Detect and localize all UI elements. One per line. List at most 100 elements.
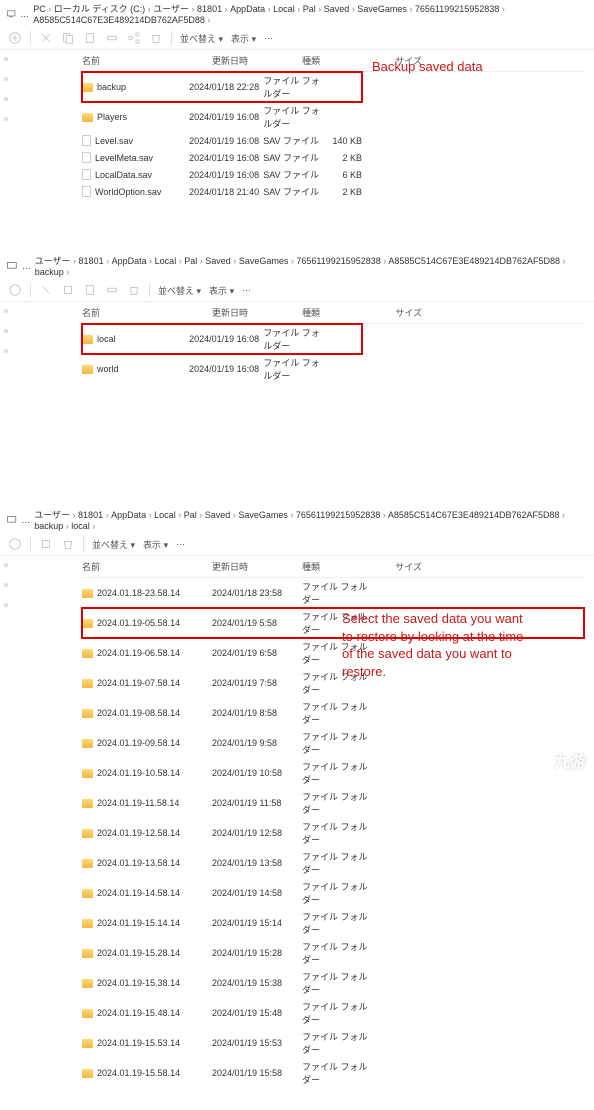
column-headers[interactable]: 名前 更新日時 種類 サイズ [82,302,584,324]
view-button[interactable]: 表示 ▾ [143,538,168,551]
item-name: 2024.01.19-05.58.14 [97,618,180,628]
item-type: ファイル フォルダー [263,74,321,100]
copy-icon[interactable] [61,283,75,297]
sort-button[interactable]: 並べ替え ▾ [180,32,223,45]
list-item[interactable]: backup 2024/01/18 22:28 ファイル フォルダー [82,72,362,102]
breadcrumb-item[interactable]: SaveGames [238,510,288,520]
breadcrumb-item[interactable]: PC [33,4,46,14]
list-item[interactable]: 2024.01.19-13.58.14 2024/01/19 13:58 ファイ… [82,848,584,878]
list-item[interactable]: WorldOption.sav 2024/01/18 21:40 SAV ファイ… [82,183,362,200]
breadcrumb-item[interactable]: Local [273,4,295,14]
new-icon[interactable] [8,31,22,45]
item-type: ファイル フォルダー [302,1000,372,1026]
breadcrumb-item[interactable]: 76561199215952838 [296,256,380,266]
list-item[interactable]: LocalData.sav 2024/01/19 16:08 SAV ファイル … [82,166,362,183]
list-item[interactable]: Level.sav 2024/01/19 16:08 SAV ファイル 140 … [82,132,362,149]
copy-icon[interactable] [61,31,75,45]
cut-icon[interactable] [39,31,53,45]
list-item[interactable]: 2024.01.19-14.58.14 2024/01/19 14:58 ファイ… [82,878,584,908]
list-item[interactable]: 2024.01.19-11.58.14 2024/01/19 11:58 ファイ… [82,788,584,818]
new-icon[interactable] [8,283,22,297]
breadcrumb-item[interactable]: 81801 [79,256,104,266]
more-button[interactable]: ⋯ [242,285,251,296]
breadcrumb-item[interactable]: A8585C514C67E3E489214DB762AF5D88 [33,15,205,25]
list-item[interactable]: 2024.01.19-15.28.14 2024/01/19 15:28 ファイ… [82,938,584,968]
share-icon[interactable] [127,31,141,45]
breadcrumb-item[interactable]: SaveGames [239,256,289,266]
breadcrumb-item[interactable]: ローカル ディスク (C:) [54,4,145,14]
header-date[interactable]: 更新日時 [212,54,302,67]
list-item[interactable]: 2024.01.19-15.38.14 2024/01/19 15:38 ファイ… [82,968,584,998]
list-item[interactable]: 2024.01.19-15.53.14 2024/01/19 15:53 ファイ… [82,1028,584,1058]
breadcrumb-item[interactable]: 76561199215952838 [296,510,380,520]
breadcrumb-item[interactable]: ユーザー [35,256,71,266]
breadcrumb-item[interactable]: backup [34,521,63,531]
breadcrumb[interactable]: …ユーザー › 81801 › AppData › Local › Pal › … [0,252,594,279]
sort-button[interactable]: 並べ替え ▾ [158,284,201,297]
breadcrumb-item[interactable]: Saved [205,256,231,266]
list-item[interactable]: 2024.01.19-15.58.14 2024/01/19 15:58 ファイ… [82,1058,584,1088]
breadcrumb-item[interactable]: A8585C514C67E3E489214DB762AF5D88 [388,256,560,266]
more-button[interactable]: ⋯ [264,33,273,44]
sidebar-pins [0,50,12,210]
breadcrumb-item[interactable]: AppData [111,510,146,520]
item-date: 2024/01/19 16:08 [189,112,263,122]
breadcrumb-item[interactable]: Local [154,510,176,520]
explorer-panel-3: …ユーザー › 81801 › AppData › Local › Pal › … [0,476,594,1102]
list-item[interactable]: 2024.01.19-12.58.14 2024/01/19 12:58 ファイ… [82,818,584,848]
copy-icon[interactable] [39,537,53,551]
breadcrumb-item[interactable]: Saved [324,4,350,14]
column-headers[interactable]: 名前 更新日時 種類 サイズ [82,556,584,578]
breadcrumb-item[interactable]: Pal [184,510,197,520]
breadcrumb-item[interactable]: ユーザー [153,4,189,14]
breadcrumb-item[interactable]: SaveGames [357,4,407,14]
list-item[interactable]: 2024.01.19-09.58.14 2024/01/19 9:58 ファイル… [82,728,584,758]
rename-icon[interactable] [105,31,119,45]
list-item[interactable]: local 2024/01/19 16:08 ファイル フォルダー [82,324,362,354]
breadcrumb-item[interactable]: 76561199215952838 [415,4,499,14]
breadcrumb-item[interactable]: Saved [205,510,231,520]
breadcrumb-item[interactable]: A8585C514C67E3E489214DB762AF5D88 [388,510,560,520]
delete-icon[interactable] [149,31,163,45]
item-type: ファイル フォルダー [302,850,372,876]
annotation-restore: Select the saved data you want to restor… [342,610,532,680]
list-item[interactable]: 2024.01.19-15.48.14 2024/01/19 15:48 ファイ… [82,998,584,1028]
header-type[interactable]: 種類 [302,54,372,67]
list-item[interactable]: 2024.01.18-23.58.14 2024/01/18 23:58 ファイ… [82,578,584,608]
list-item[interactable]: 2024.01.19-08.58.14 2024/01/19 8:58 ファイル… [82,698,584,728]
breadcrumb-item[interactable]: ユーザー [34,510,70,520]
item-date: 2024/01/19 10:58 [212,768,302,778]
column-headers[interactable]: 名前 更新日時 種類 サイズ [82,50,584,72]
sort-button[interactable]: 並べ替え ▾ [92,538,135,551]
paste-icon[interactable] [83,283,97,297]
more-button[interactable]: ⋯ [176,539,185,550]
breadcrumb-item[interactable]: Pal [303,4,316,14]
breadcrumb-item[interactable]: 81801 [78,510,103,520]
view-button[interactable]: 表示 ▾ [209,284,234,297]
breadcrumb[interactable]: …ユーザー › 81801 › AppData › Local › Pal › … [0,506,594,533]
list-item[interactable]: 2024.01.19-15.14.14 2024/01/19 15:14 ファイ… [82,908,584,938]
view-button[interactable]: 表示 ▾ [231,32,256,45]
cut-icon[interactable] [39,283,53,297]
breadcrumb-item[interactable]: Local [155,256,177,266]
breadcrumb-item[interactable]: Pal [184,256,197,266]
item-date: 2024/01/19 11:58 [212,798,302,808]
breadcrumb-item[interactable]: local [71,521,90,531]
list-item[interactable]: Players 2024/01/19 16:08 ファイル フォルダー [82,102,362,132]
new-icon[interactable] [8,537,22,551]
header-name[interactable]: 名前 [82,54,212,67]
breadcrumb-item[interactable]: 81801 [197,4,222,14]
delete-icon[interactable] [61,537,75,551]
breadcrumb-item[interactable]: AppData [230,4,265,14]
list-item[interactable]: world 2024/01/19 16:08 ファイル フォルダー [82,354,362,384]
folder-icon [82,919,93,928]
item-type: ファイル フォルダー [302,580,372,606]
breadcrumb[interactable]: … PC › ローカル ディスク (C:) › ユーザー › 81801 › A… [0,0,594,27]
list-item[interactable]: LevelMeta.sav 2024/01/19 16:08 SAV ファイル … [82,149,362,166]
rename-icon[interactable] [105,283,119,297]
breadcrumb-item[interactable]: AppData [112,256,147,266]
paste-icon[interactable] [83,31,97,45]
list-item[interactable]: 2024.01.19-10.58.14 2024/01/19 10:58 ファイ… [82,758,584,788]
delete-icon[interactable] [127,283,141,297]
breadcrumb-item[interactable]: backup [35,267,64,277]
